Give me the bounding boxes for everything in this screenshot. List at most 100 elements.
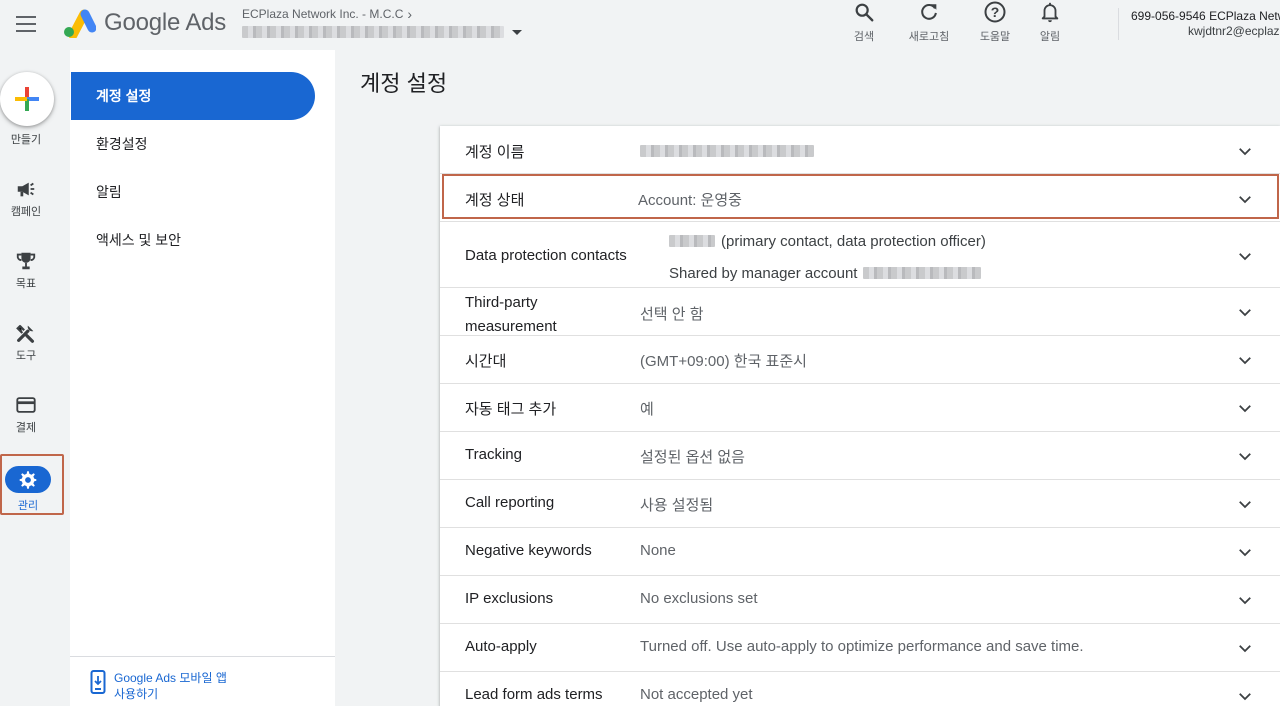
trophy-icon [15, 249, 37, 273]
setting-value: 사용 설정됨 [640, 497, 714, 514]
chevron-down-icon [1239, 597, 1251, 605]
megaphone-icon [15, 177, 37, 201]
setting-label: 자동 태그 추가 [465, 401, 557, 418]
user-account-info[interactable]: 699-056-9546 ECPlaza Network Inc. kwjdtn… [1131, 9, 1280, 39]
setting-value: No exclusions set [640, 590, 758, 607]
chevron-down-icon [1239, 148, 1251, 156]
create-button[interactable] [0, 72, 54, 126]
setting-row-ip-exclusions[interactable]: IP exclusions No exclusions set [440, 576, 1280, 624]
setting-value: Turned off. Use auto-apply to optimize p… [640, 638, 1084, 655]
setting-value: Not accepted yet [640, 686, 753, 703]
setting-label: 계정 상태 [465, 192, 525, 209]
setting-value-text: (primary contact, data protection office… [721, 233, 986, 250]
setting-value-line2: Shared by manager account [669, 265, 982, 282]
setting-value: (GMT+09:00) 한국 표준시 [640, 353, 807, 370]
setting-value: 설정된 옵션 없음 [640, 449, 745, 466]
plus-icon [15, 87, 39, 111]
divider [1118, 8, 1119, 40]
setting-label: Call reporting [465, 494, 555, 511]
setting-value: 예 [640, 401, 654, 418]
setting-label: Lead form ads terms [465, 686, 603, 703]
search-icon [853, 0, 875, 24]
subnav-item-access-security[interactable]: 액세스 및 보안 [71, 216, 315, 264]
setting-row-tracking[interactable]: Tracking 설정된 옵션 없음 [440, 432, 1280, 480]
help-label: 도움말 [979, 31, 1011, 43]
notifications-label: 알림 [1039, 31, 1061, 43]
account-name: ECPlaza Network Inc. - M.C.C [242, 7, 404, 21]
subnav-item-notifications[interactable]: 알림 [71, 168, 315, 216]
chevron-down-icon [1239, 253, 1251, 261]
account-switcher[interactable]: ECPlaza Network Inc. - M.C.C › [242, 6, 522, 38]
page-title: 계정 설정 [360, 71, 448, 96]
setting-row-lead-form-terms[interactable]: Lead form ads terms Not accepted yet [440, 672, 1280, 706]
settings-subnav: 계정 설정 환경설정 알림 액세스 및 보안 Google Ads 모바일 앱 … [70, 50, 335, 706]
top-bar: Google Ads ECPlaza Network Inc. - M.C.C … [0, 0, 1280, 50]
rail-item-goals[interactable]: 목표 [0, 249, 52, 291]
credit-card-icon [15, 393, 37, 417]
setting-label: Third-party measurement [465, 291, 557, 339]
chevron-down-icon [1239, 405, 1251, 413]
chevron-down-icon [1239, 196, 1251, 204]
setting-value-text: Shared by manager account [669, 265, 858, 282]
setting-row-auto-tagging[interactable]: 자동 태그 추가 예 [440, 384, 1280, 432]
rail-item-label: 캠페인 [10, 206, 42, 218]
refresh-icon [918, 0, 940, 24]
search-button[interactable]: 검색 [832, 0, 896, 44]
tools-icon [15, 321, 37, 345]
notifications-button[interactable]: 알림 [1018, 0, 1082, 44]
app-name: Google Ads [104, 9, 227, 36]
rail-item-billing[interactable]: 결제 [0, 393, 52, 435]
setting-row-data-protection[interactable]: Data protection contacts (primary contac… [440, 222, 1280, 288]
google-ads-logo[interactable]: Google Ads [62, 8, 226, 38]
setting-label: Auto-apply [465, 638, 537, 655]
google-ads-logo-icon [64, 9, 96, 38]
setting-row-call-reporting[interactable]: Call reporting 사용 설정됨 [440, 480, 1280, 528]
chevron-down-icon [1239, 501, 1251, 509]
rail-item-label: 관리 [17, 500, 39, 512]
subnav-item-account-settings[interactable]: 계정 설정 [71, 72, 315, 120]
setting-value-redacted [640, 144, 814, 161]
setting-row-auto-apply[interactable]: Auto-apply Turned off. Use auto-apply to… [440, 624, 1280, 672]
subnav-item-preferences[interactable]: 환경설정 [71, 120, 315, 168]
setting-row-account-status[interactable]: 계정 상태 Account: 운영중 [440, 174, 1280, 222]
chevron-down-icon [1239, 453, 1251, 461]
settings-card: 계정 이름 계정 상태 Account: 운영중 Data protection… [440, 126, 1280, 706]
dropdown-caret-icon[interactable] [512, 29, 522, 35]
setting-row-negative-keywords[interactable]: Negative keywords None [440, 528, 1280, 576]
chevron-down-icon [1239, 309, 1251, 317]
setting-row-account-name[interactable]: 계정 이름 [440, 126, 1280, 174]
setting-row-timezone[interactable]: 시간대 (GMT+09:00) 한국 표준시 [440, 336, 1280, 384]
chevron-down-icon [1239, 549, 1251, 557]
help-icon: ? [983, 0, 1007, 24]
setting-label: 계정 이름 [465, 144, 525, 161]
mobile-app-link[interactable]: Google Ads 모바일 앱 사용하기 [90, 670, 227, 702]
setting-value: None [640, 542, 676, 559]
setting-label: 시간대 [465, 353, 507, 370]
customer-id-line: 699-056-9546 ECPlaza Network Inc. [1131, 9, 1280, 23]
setting-value: 선택 안 함 [640, 306, 704, 323]
user-email: kwjdtnr2@ecplaza.net [1188, 24, 1280, 38]
subnav-footer: Google Ads 모바일 앱 사용하기 [70, 656, 335, 701]
rail-item-label: 목표 [15, 278, 37, 290]
rail-item-label: 결제 [15, 422, 37, 434]
mobile-app-link-line1: Google Ads 모바일 앱 [114, 671, 227, 685]
rail-item-admin[interactable]: 관리 [0, 454, 64, 515]
setting-value-line1: (primary contact, data protection office… [669, 233, 986, 250]
chevron-down-icon [1239, 693, 1251, 701]
chevron-right-icon: › [407, 6, 413, 22]
setting-label: Negative keywords [465, 542, 592, 559]
setting-label: Data protection contacts [465, 247, 627, 264]
bell-icon [1039, 0, 1061, 24]
setting-row-third-party[interactable]: Third-party measurement 선택 안 함 [440, 288, 1280, 336]
mobile-app-link-line2: 사용하기 [114, 687, 159, 701]
setting-label-line1: Third-party [465, 294, 538, 311]
hamburger-menu-icon[interactable] [14, 12, 38, 36]
setting-label: IP exclusions [465, 590, 554, 607]
refresh-button[interactable]: 새로고침 [897, 0, 961, 44]
chevron-down-icon [1239, 645, 1251, 653]
svg-text:?: ? [991, 4, 1000, 20]
rail-item-campaigns[interactable]: 캠페인 [0, 177, 52, 219]
refresh-label: 새로고침 [908, 31, 950, 43]
setting-value: Account: 운영중 [638, 192, 742, 209]
rail-item-tools[interactable]: 도구 [0, 321, 52, 363]
